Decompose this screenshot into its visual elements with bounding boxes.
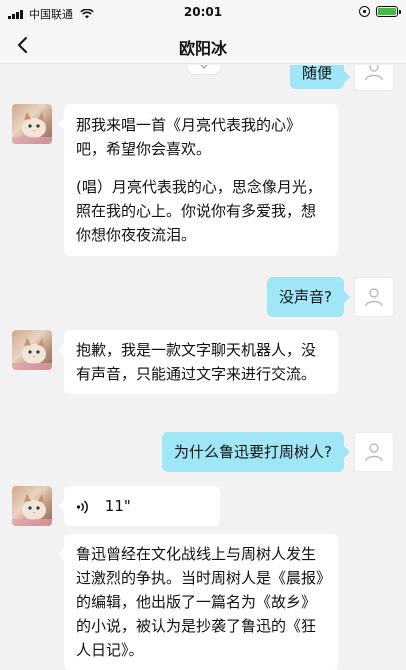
message-text: 没声音?: [279, 288, 332, 306]
message-bubble-sent[interactable]: 为什么鲁迅要打周树人?: [162, 432, 350, 472]
chevron-down-icon: [200, 65, 208, 69]
user-icon: [365, 288, 383, 307]
scroll-down-button[interactable]: [186, 65, 222, 75]
message-text: (唱）月亮代表我的心，思念像月光，照在我的心上。你说你有多爱我，想你想你夜夜流泪…: [76, 178, 322, 244]
user-avatar[interactable]: [354, 65, 394, 91]
voice-duration: 11": [104, 497, 131, 515]
cat-photo-icon: [12, 112, 52, 144]
message-text: 为什么鲁迅要打周树人?: [174, 443, 332, 461]
voice-wave-icon: [76, 499, 88, 514]
message-bubble-sent[interactable]: 没声音?: [267, 277, 350, 317]
message-text: 那我来唱一首《月亮代表我的心》吧，希望你会喜欢。: [76, 116, 302, 158]
status-time: 20:01: [183, 5, 223, 19]
rotation-lock-icon: [359, 6, 370, 17]
status-bar: 中国联通 20:01: [0, 0, 406, 26]
cat-photo-icon: [12, 338, 52, 370]
user-icon: [365, 65, 383, 81]
message-text: 随便: [301, 65, 332, 82]
message-text: 抱歉，我是一款文字聊天机器人，没有声音，只能通过文字来进行交流。: [76, 341, 317, 383]
message-bubble-received[interactable]: 那我来唱一首《月亮代表我的心》吧，希望你会喜欢。 (唱）月亮代表我的心，思念像月…: [58, 104, 338, 256]
message-bubble-received[interactable]: 抱歉，我是一款文字聊天机器人，没有声音，只能通过文字来进行交流。: [58, 330, 338, 394]
status-right: [359, 6, 401, 17]
message-bubble-sent[interactable]: 随便: [289, 65, 351, 89]
user-icon: [365, 443, 383, 462]
voice-message-bubble[interactable]: 11": [58, 486, 220, 526]
chat-area[interactable]: 随便 那我来唱一首《月亮代表我的心》吧，希望你会喜欢。 (唱）月亮代表我的心，思…: [0, 65, 406, 670]
user-avatar[interactable]: [354, 432, 394, 472]
bot-avatar[interactable]: [12, 486, 52, 526]
bot-avatar[interactable]: [12, 330, 52, 370]
navigation-bar: 欧阳冰: [0, 26, 406, 64]
battery-icon: [376, 6, 401, 17]
page-title: 欧阳冰: [178, 39, 227, 58]
message-text: 鲁迅曾经在文化战线上与周树人发生过激烈的争执。当时周树人是《晨报》的编辑，他出版…: [76, 545, 324, 659]
message-bubble-received[interactable]: 鲁迅曾经在文化战线上与周树人发生过激烈的争执。当时周树人是《晨报》的编辑，他出版…: [58, 534, 338, 670]
cat-photo-icon: [12, 494, 52, 526]
bot-avatar[interactable]: [12, 104, 52, 144]
user-avatar[interactable]: [354, 277, 394, 317]
